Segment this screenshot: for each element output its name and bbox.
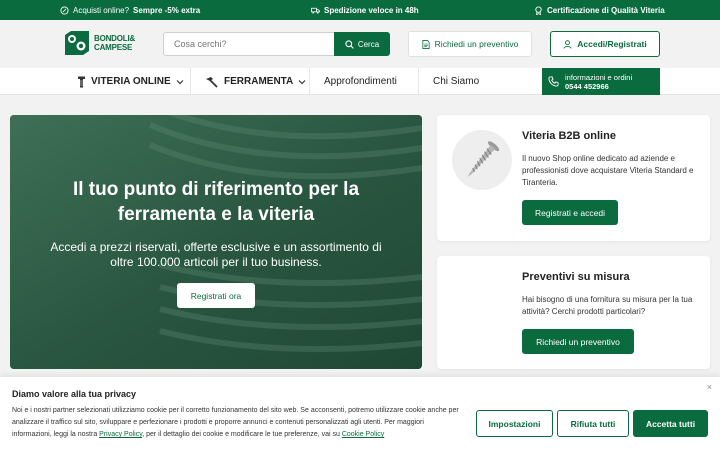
document-icon [422,39,430,49]
header-quote-button[interactable]: Richiedi un preventivo [408,31,532,57]
search-button-label: Cerca [357,39,380,49]
chevron-down-icon [176,79,184,84]
quote-card-text: Hai bisogno di una fornitura su misura p… [522,295,693,316]
promo-label: Acquisti online? [73,5,130,15]
phone-icon [548,76,559,87]
privacy-policy-link[interactable]: Privacy Policy [99,431,142,438]
search-input[interactable] [163,32,335,56]
site-logo[interactable]: BONDOLI& CAMPESE [62,31,135,55]
top-info-bar: Acquisti online? Sempre -5% extra Spediz… [0,0,720,20]
screw-icon [78,76,85,87]
contact-label: informazioni e ordini [565,72,633,82]
hero-subtitle: Accedi a prezzi riservati, offerte esclu… [50,240,382,269]
hero-banner: Il tuo punto di riferimento per la ferra… [10,115,422,369]
b2b-register-button[interactable]: Registrati e accedi [522,200,618,225]
login-register-button[interactable]: Accedi/Registrati [550,31,660,57]
nav-viteria-label: VITERIA ONLINE [91,76,171,87]
logo-line-1: BONDOLI& [94,34,136,43]
shipping-info: Spedizione veloce in 48h [311,0,419,20]
close-icon[interactable]: × [707,382,712,392]
discount-icon [60,5,69,15]
hero-title: Il tuo punto di riferimento per la ferra… [72,179,360,225]
cookie-banner: × Diamo valore alla tua privacy Noi e i … [0,377,720,450]
award-icon [535,5,542,15]
quality-text: Certificazione di Qualità Viteria [547,5,665,15]
nav-viteria-online[interactable]: VITERIA ONLINE [77,68,184,95]
contact-phone-box[interactable]: informazioni e ordini 0544 452966 [542,68,660,95]
nav-chi-siamo-label: Chi Siamo [433,76,480,87]
nav-chi-siamo[interactable]: Chi Siamo [433,68,479,95]
nav-ferramenta[interactable]: FERRAMENTA [205,68,306,95]
quote-card: Preventivi su misura Hai bisogno di una … [437,256,710,369]
header-quote-label: Richiedi un preventivo [434,39,519,49]
nav-divider [418,68,419,95]
promo-info: Acquisti online? Sempre -5% extra [60,0,200,20]
hammer-icon [206,76,218,88]
nav-ferramenta-label: FERRAMENTA [224,76,294,87]
quality-info: Certificazione di Qualità Viteria [534,0,665,20]
cookie-text-part-2: , per il dettaglio dei cookie e modifica… [142,431,342,438]
screw-icon [467,141,500,177]
quote-card-button[interactable]: Richiedi un preventivo [522,329,634,354]
nav-approfondimenti[interactable]: Approfondimenti [324,68,397,95]
b2b-card-text: Il nuovo Shop online dedicato ad aziende… [522,154,694,187]
cookie-settings-button[interactable]: Impostazioni [476,410,553,437]
nav-divider [309,68,310,95]
truck-icon [311,7,320,14]
nav-approfondimenti-label: Approfondimenti [324,76,397,87]
cookie-policy-link[interactable]: Cookie Policy [342,431,384,438]
logo-line-2: CAMPESE [94,43,133,52]
quote-card-title: Preventivi su misura [522,271,630,283]
login-register-label: Accedi/Registrati [577,39,647,49]
cookie-reject-button[interactable]: Rifiuta tutti [557,410,629,437]
hero-register-button[interactable]: Registrati ora [177,283,255,308]
contact-phone-number: 0544 452966 [565,81,609,91]
cookie-title: Diamo valore alla tua privacy [12,389,137,399]
user-icon [563,39,572,49]
b2b-card-title: Viteria B2B online [522,130,616,142]
search-button[interactable]: Cerca [334,32,390,56]
cookie-text: Noi e i nostri partner selezionati utili… [12,405,462,441]
b2b-card: Viteria B2B online Il nuovo Shop online … [437,115,710,241]
shipping-text: Spedizione veloce in 48h [324,5,419,15]
nav-divider [190,68,191,95]
chevron-down-icon [298,79,306,84]
cookie-accept-button[interactable]: Accetta tutti [633,410,708,437]
logo-mark-icon [65,31,89,55]
search-icon [345,39,354,49]
screw-image [452,130,512,190]
promo-bold: Sempre -5% extra [133,5,201,15]
